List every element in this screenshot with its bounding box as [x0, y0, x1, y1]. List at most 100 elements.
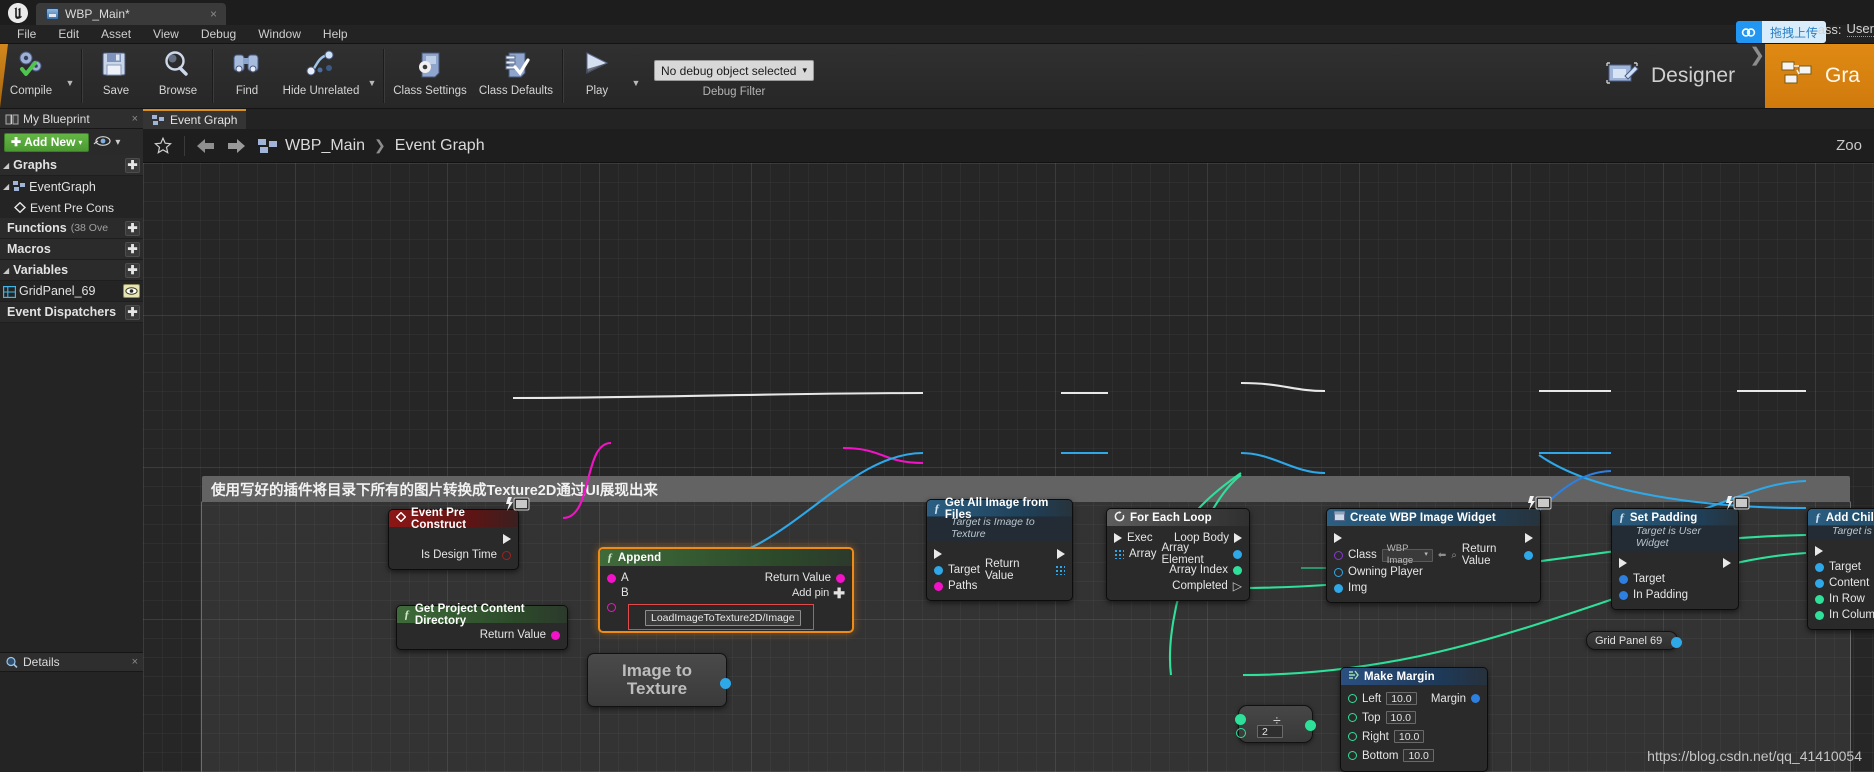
exec-pin-icon[interactable]	[934, 549, 942, 559]
node-pin-out-exec[interactable]	[503, 534, 511, 544]
add-function-button[interactable]: ✚	[125, 220, 140, 236]
item-event-pre-construct[interactable]: Event Pre Cons	[0, 197, 143, 218]
exec-pin-icon[interactable]	[1114, 533, 1122, 543]
object-pin-icon[interactable]	[1334, 567, 1343, 577]
node-pin-b[interactable]: B	[607, 587, 629, 599]
menu-item-debug[interactable]: Debug	[190, 25, 247, 44]
int-pin-icon[interactable]	[1236, 728, 1246, 738]
node-pin-b-input[interactable]	[607, 603, 616, 612]
node-pin-in-exec[interactable]	[1334, 533, 1342, 543]
compile-button[interactable]: Compile	[0, 44, 62, 108]
node-pin-img[interactable]: Img	[1334, 582, 1367, 594]
object-pin-icon[interactable]	[720, 678, 731, 689]
node-set-padding[interactable]: ƒ Set Padding Target is User Widget Targ…	[1611, 496, 1750, 610]
int-pin-icon[interactable]	[1305, 720, 1316, 731]
blueprint-canvas[interactable]: 使用写好的插件将目录下所有的图片转换成Texture2D通过UI展现出来 Eve…	[143, 163, 1874, 772]
node-pin-a[interactable]: A	[607, 572, 629, 584]
close-icon[interactable]: ×	[132, 656, 138, 668]
node-pin-in-padding[interactable]: In Padding	[1619, 589, 1688, 601]
collapse-arrow-icon[interactable]: ◢	[3, 161, 9, 170]
string-pin-icon[interactable]	[836, 573, 845, 583]
variable-gridpanel-69[interactable]: GridPanel_69	[0, 281, 143, 302]
node-add-pin[interactable]: Add pin ✚	[792, 586, 845, 600]
close-icon[interactable]: ×	[132, 113, 138, 125]
debug-object-select[interactable]: No debug object selected ▾	[654, 60, 814, 81]
play-button[interactable]: Play	[566, 44, 628, 108]
favorite-star-icon[interactable]	[149, 132, 177, 160]
node-pin-in-row[interactable]: In Row	[1815, 593, 1865, 605]
compile-options-caret[interactable]: ▼	[62, 44, 78, 108]
node-pin-target[interactable]: Target	[934, 564, 980, 576]
menu-item-view[interactable]: View	[142, 25, 190, 44]
node-pin-left[interactable]: Left 10.0	[1348, 692, 1417, 705]
int-pin-icon[interactable]	[1235, 714, 1246, 725]
node-add-child-to-grid[interactable]: ƒ Add Child to Grid Target is Grid Panel…	[1807, 508, 1874, 630]
struct-pin-icon[interactable]	[1619, 590, 1628, 600]
menu-item-help[interactable]: Help	[312, 25, 359, 44]
object-pin-icon[interactable]	[1233, 549, 1242, 559]
add-macro-button[interactable]: ✚	[125, 241, 140, 257]
node-pin-in-exec[interactable]	[1815, 546, 1823, 556]
hide-unrelated-caret[interactable]: ▼	[364, 44, 380, 108]
node-grid-panel-69[interactable]: Grid Panel 69	[1586, 631, 1682, 650]
exec-pin-icon[interactable]	[1334, 533, 1342, 543]
node-pin-class[interactable]: Class WBP Image ▾ ⬅ ⌕	[1334, 543, 1457, 566]
object-pin-icon[interactable]	[1671, 637, 1682, 648]
node-pin-completed[interactable]: Completed ▷	[1172, 580, 1242, 592]
tab-event-graph[interactable]: Event Graph	[143, 109, 247, 129]
node-pin-return-value[interactable]: Return Value	[765, 572, 845, 584]
menu-item-edit[interactable]: Edit	[47, 25, 90, 44]
string-pin-icon[interactable]	[607, 573, 616, 583]
node-get-project-content-directory[interactable]: ƒ Get Project Content Directory Return V…	[396, 603, 568, 650]
save-button[interactable]: Save	[85, 44, 147, 108]
float-pin-icon[interactable]	[1348, 751, 1357, 760]
top-value-field[interactable]: 10.0	[1385, 711, 1416, 724]
node-pin-in-exec[interactable]	[934, 549, 942, 559]
array-pin-icon[interactable]	[1114, 549, 1124, 559]
play-options-caret[interactable]: ▼	[628, 44, 644, 108]
string-pin-icon[interactable]	[607, 603, 616, 612]
add-pin-control[interactable]: Add pin ✚	[792, 586, 845, 600]
item-eventgraph[interactable]: ◢ EventGraph	[0, 176, 143, 197]
node-make-margin[interactable]: Make Margin Left 10.0 Margin Top 10.0 Ri…	[1340, 667, 1488, 772]
node-pin-array-element[interactable]: Array Element	[1161, 542, 1242, 566]
section-event-dispatchers[interactable]: Event Dispatchers ✚	[0, 302, 143, 323]
string-pin-icon[interactable]	[934, 581, 943, 591]
asset-tab[interactable]: WBP_Main* ×	[36, 3, 226, 25]
menu-item-window[interactable]: Window	[247, 25, 312, 44]
float-pin-icon[interactable]	[1348, 732, 1357, 741]
upload-badge[interactable]: 拖拽上传	[1735, 21, 1826, 43]
node-create-wbp-image-widget[interactable]: Create WBP Image Widget Class WBP Image …	[1326, 496, 1552, 603]
exec-pin-icon[interactable]	[1723, 558, 1731, 568]
back-arrow-icon[interactable]	[192, 132, 220, 160]
object-pin-icon[interactable]	[1524, 550, 1533, 560]
node-append[interactable]: ƒ Append A Return Value B Add pin ✚ Load…	[598, 547, 854, 633]
menu-item-file[interactable]: File	[6, 25, 47, 44]
node-pin-target[interactable]: Target	[1619, 573, 1665, 585]
mode-designer-button[interactable]: Designer	[1591, 44, 1749, 108]
float-pin-icon[interactable]	[1348, 713, 1357, 722]
node-pin-paths[interactable]: Paths	[934, 580, 977, 592]
add-graph-button[interactable]: ✚	[125, 157, 140, 173]
node-bubble-icon[interactable]	[505, 497, 531, 517]
node-pin-in-exec[interactable]	[1619, 558, 1627, 568]
array-pin-icon[interactable]	[1055, 565, 1065, 575]
exec-pin-icon[interactable]	[1525, 533, 1533, 543]
node-event-pre-construct[interactable]: Event Pre Construct Is Design Time	[388, 497, 530, 570]
node-pin-out-exec[interactable]	[1525, 533, 1533, 543]
exec-pin-icon[interactable]: ▷	[1233, 580, 1242, 592]
close-icon[interactable]: ×	[207, 7, 220, 21]
node-image-to-texture[interactable]: Image to Texture	[587, 653, 731, 707]
node-pin-return-value[interactable]: Return Value	[985, 558, 1065, 582]
forward-arrow-icon[interactable]	[222, 132, 250, 160]
node-pin-array-index[interactable]: Array Index	[1169, 564, 1242, 576]
section-macros[interactable]: Macros ✚	[0, 239, 143, 260]
exec-pin-icon[interactable]	[1619, 558, 1627, 568]
node-divide[interactable]: ÷ 2	[1235, 705, 1316, 743]
find-button[interactable]: Find	[216, 44, 278, 108]
string-pin-icon[interactable]	[551, 630, 560, 640]
bool-pin-icon[interactable]	[502, 550, 511, 560]
node-pin-exec[interactable]: Exec	[1114, 532, 1153, 544]
node-pin-array[interactable]: Array	[1114, 548, 1156, 560]
node-pin-margin[interactable]: Margin	[1431, 693, 1480, 705]
